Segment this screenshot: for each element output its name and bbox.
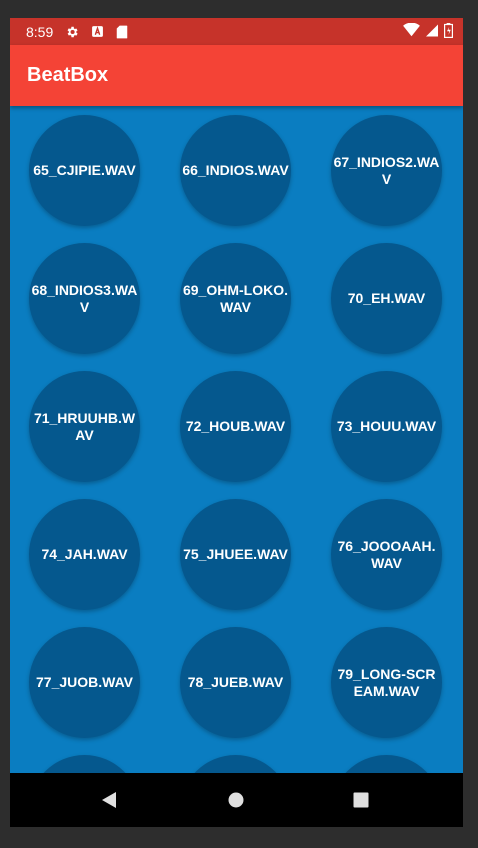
sound-button[interactable]: 65_CJIPIE.WAV (29, 115, 140, 226)
sound-button[interactable]: 71_HRUUHB.WAV (29, 371, 140, 482)
sound-button[interactable]: 74_JAH.WAV (29, 499, 140, 610)
device-screen: 8:59 BeatBox 65_CJIPIE.WAV 66_INDIOS.WAV 6… (10, 18, 463, 827)
sound-button[interactable] (180, 755, 291, 773)
settings-gear-icon (65, 25, 79, 39)
sound-button[interactable]: 75_JHUEE.WAV (180, 499, 291, 610)
sound-button[interactable]: 72_HOUB.WAV (180, 371, 291, 482)
signal-icon (426, 24, 438, 40)
status-bar: 8:59 (10, 18, 463, 45)
notification-a-icon (91, 25, 104, 38)
sound-button[interactable] (29, 755, 140, 773)
app-title: BeatBox (27, 64, 109, 86)
recents-icon[interactable] (349, 788, 373, 812)
sound-grid[interactable]: 65_CJIPIE.WAV 66_INDIOS.WAV 67_INDIOS2.WAV… (10, 106, 463, 773)
sd-card-icon (116, 25, 128, 39)
sound-button[interactable]: 66_INDIOS.WAV (180, 115, 291, 226)
sound-button[interactable]: 69_OHM-LOKO.WAV (180, 243, 291, 354)
sound-button[interactable]: 78_JUEB.WAV (180, 627, 291, 738)
sound-button[interactable]: 76_JOOOAAH.WAV (331, 499, 442, 610)
wifi-icon (403, 22, 420, 40)
sound-button[interactable]: 67_INDIOS2.WAV (331, 115, 442, 226)
sound-button[interactable]: 68_INDIOS3.WAV (29, 243, 140, 354)
sound-button[interactable]: 73_HOUU.WAV (331, 371, 442, 482)
home-icon[interactable] (224, 788, 248, 812)
sound-button[interactable]: 79_LONG-SCREAM.WAV (331, 627, 442, 738)
back-icon[interactable] (97, 788, 121, 812)
navigation-bar (10, 773, 463, 827)
sound-button[interactable]: 70_EH.WAV (331, 243, 442, 354)
app-bar: BeatBox (10, 45, 463, 106)
sound-button[interactable]: 77_JUOB.WAV (29, 627, 140, 738)
status-time: 8:59 (26, 23, 54, 40)
battery-icon (444, 22, 453, 41)
sound-button[interactable] (331, 755, 442, 773)
